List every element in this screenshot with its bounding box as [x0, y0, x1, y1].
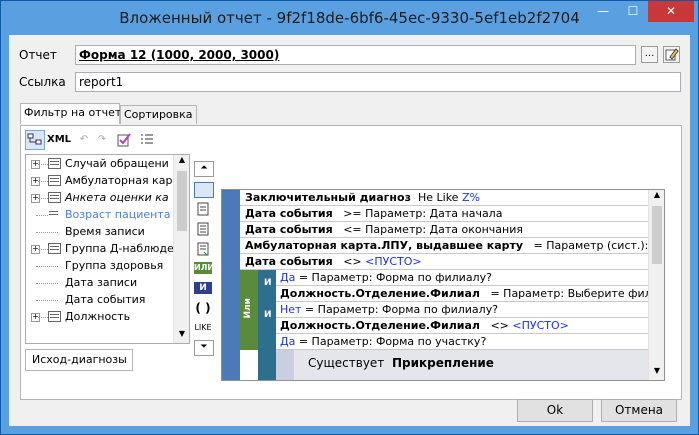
- table-icon: [48, 243, 61, 254]
- field-icon: [48, 209, 61, 220]
- and-group-gutter: И: [258, 302, 276, 334]
- xml-button[interactable]: XML: [47, 130, 71, 150]
- link-value: report1: [79, 75, 124, 89]
- condition-row[interactable]: Должность.Отделение.Филиал <> <ПУСТО>: [276, 318, 664, 334]
- add-subquery-icon[interactable]: [194, 222, 212, 238]
- browse-button[interactable]: ...: [641, 46, 658, 63]
- tree-toggle-icon[interactable]: [25, 130, 45, 150]
- link-label: Ссылка: [19, 75, 66, 89]
- and-group-gutter: [258, 334, 276, 380]
- tree-item[interactable]: + Анкета оценки ка: [26, 190, 176, 206]
- minimize-button[interactable]: —: [588, 1, 618, 22]
- grid-scrollbar[interactable]: ▲ ▼: [648, 190, 664, 380]
- condition-row[interactable]: Дата события <> <ПУСТО>: [240, 254, 664, 270]
- scroll-down-icon[interactable]: ▼: [649, 366, 664, 380]
- and-tag: И: [264, 278, 272, 288]
- and-group-gutter: И: [258, 270, 276, 302]
- condition-row[interactable]: Дата события <= Параметр: Дата окончания: [240, 222, 664, 238]
- filter-panel: XML ↶ ↷ + Случай обращени + Амбулаторная к…: [20, 125, 682, 400]
- gutter-left: [222, 190, 240, 380]
- ok-button[interactable]: Ok: [517, 399, 593, 422]
- pencil-icon[interactable]: [663, 46, 680, 63]
- report-value: Форма 12 (1000, 2000, 3000): [79, 48, 280, 62]
- and-tag: И: [264, 310, 272, 320]
- condition-row[interactable]: Дата события >= Параметр: Дата начала: [240, 206, 664, 222]
- tree-item[interactable]: + Амбулаторная кар: [26, 173, 176, 189]
- cancel-button[interactable]: Отмена: [601, 399, 677, 422]
- and-button[interactable]: И: [194, 282, 212, 294]
- condition-row[interactable]: Заключительный диагноз He Like Z%: [240, 190, 664, 206]
- scroll-up-icon[interactable]: ▲: [649, 190, 664, 204]
- block-icon[interactable]: [194, 182, 214, 198]
- table-icon: [48, 175, 61, 186]
- report-label: Отчет: [19, 48, 57, 62]
- or-tag: Или: [243, 298, 253, 319]
- link-field[interactable]: report1: [75, 72, 681, 92]
- tree-scrollbar[interactable]: ▲ ▼: [173, 155, 189, 343]
- tree-item[interactable]: Дата события: [26, 292, 176, 308]
- scroll-down-icon[interactable]: ⏷: [194, 340, 214, 356]
- numbered-list-icon[interactable]: [138, 130, 156, 150]
- add-group-icon[interactable]: [194, 242, 212, 258]
- tree-item[interactable]: + Группа Д-наблюде: [26, 241, 176, 257]
- condition-row[interactable]: Да = Параметр: Форма по филиалу?: [276, 270, 664, 286]
- scroll-down-icon[interactable]: ▼: [174, 329, 189, 343]
- close-button[interactable]: ✕: [648, 1, 694, 22]
- tree-item[interactable]: Возраст пациента: [26, 207, 176, 223]
- tree-item[interactable]: Дата записи: [26, 275, 176, 291]
- tab-filter[interactable]: Фильтр на отчет: [20, 103, 121, 124]
- tab-sorting[interactable]: Сортировка: [120, 105, 197, 124]
- table-icon: [48, 158, 61, 169]
- table-icon: [48, 192, 61, 203]
- scroll-thumb[interactable]: [177, 171, 187, 231]
- or-button[interactable]: ИЛИ: [194, 262, 214, 274]
- tab-outcome-diagnoses[interactable]: Исход-диагнозы: [25, 349, 133, 371]
- condition-toolbar: ⏶ ИЛИ И ( ) LIKE ⏷: [194, 161, 216, 406]
- exists-block[interactable]: Существует Прикрепление: [294, 350, 664, 380]
- dialog-client: Отчет Форма 12 (1000, 2000, 3000) ... Сс…: [9, 35, 690, 426]
- table-icon: [48, 311, 61, 322]
- tree-item[interactable]: Время записи: [26, 224, 176, 240]
- undo-icon[interactable]: ↶: [76, 130, 92, 150]
- fields-tree[interactable]: + Случай обращени + Амбулаторная кар + Анке…: [25, 154, 190, 344]
- condition-row[interactable]: Да = Параметр: Форма по участку?: [276, 334, 664, 350]
- parens-button[interactable]: ( ): [194, 300, 212, 316]
- title-bar[interactable]: Вложенный отчет - 9f2f18de-6bf6-45ec-933…: [1, 1, 698, 35]
- condition-row[interactable]: Должность.Отделение.Филиал = Параметр: В…: [276, 286, 664, 302]
- check-list-icon[interactable]: [114, 130, 134, 150]
- scroll-thumb[interactable]: [652, 206, 662, 264]
- redo-icon[interactable]: ↷: [94, 130, 110, 150]
- exists-entity: Прикрепление: [391, 356, 494, 370]
- add-field-icon[interactable]: [194, 202, 212, 218]
- maximize-button[interactable]: ☐: [618, 1, 648, 22]
- tree-item[interactable]: + Случай обращени: [26, 156, 176, 172]
- or-group-gutter: Или: [240, 270, 258, 350]
- condition-row[interactable]: Амбулаторная карта.ЛПУ, выдавшее карту =…: [240, 238, 664, 254]
- condition-row[interactable]: Нет = Параметр: Форма по филиалу?: [276, 302, 664, 318]
- scroll-up-icon[interactable]: ⏶: [194, 161, 214, 177]
- like-button[interactable]: LIKE: [194, 320, 212, 336]
- exists-prefix: Существует: [308, 356, 385, 370]
- dialog-window: Вложенный отчет - 9f2f18de-6bf6-45ec-933…: [0, 0, 699, 435]
- exists-gutter: [276, 350, 294, 380]
- tree-item[interactable]: + Должность: [26, 309, 176, 325]
- scroll-up-icon[interactable]: ▲: [174, 155, 189, 169]
- condition-grid[interactable]: Заключительный диагноз He Like Z% Дата с…: [221, 189, 665, 381]
- report-field[interactable]: Форма 12 (1000, 2000, 3000): [75, 45, 636, 65]
- tree-item[interactable]: Группа здоровья: [26, 258, 176, 274]
